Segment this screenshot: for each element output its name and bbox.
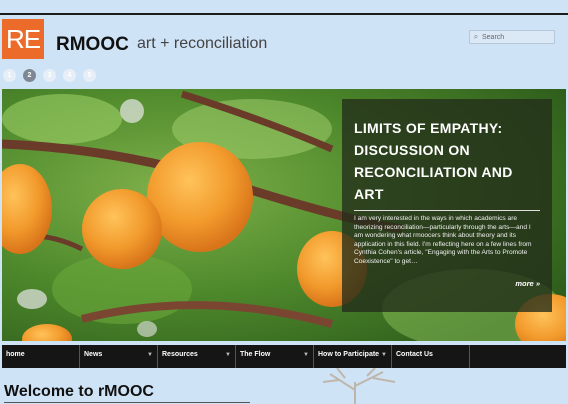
main-nav: home News ▼ Resources ▼ The Flow ▼ How to Parti… (2, 345, 566, 368)
nav-item-the-flow[interactable]: The Flow ▼ (236, 345, 314, 368)
hero-slider[interactable]: LIMITS OF EMPATHY: DISCUSSION ON RECONCI… (2, 89, 566, 341)
nav-item-label: The Flow (240, 351, 271, 358)
site-tagline: art + reconciliation (137, 35, 268, 52)
nav-item-label: Resources (162, 351, 198, 358)
site-title[interactable]: RMOOC (56, 34, 129, 56)
slider-page-1[interactable]: 1 (3, 69, 16, 82)
title-divider (354, 210, 540, 211)
heading-underline (4, 402, 250, 403)
tree-illustration (322, 368, 396, 404)
chevron-down-icon: ▼ (147, 352, 153, 358)
nav-item-how-to-participate[interactable]: How to Participate ▼ (314, 345, 392, 368)
chevron-down-icon: ▼ (225, 352, 231, 358)
more-link[interactable]: more » (515, 279, 540, 288)
chevron-down-icon: ▼ (303, 352, 309, 358)
featured-post-title[interactable]: LIMITS OF EMPATHY: DISCUSSION ON RECONCI… (354, 117, 540, 205)
slider-page-2[interactable]: 2 (23, 69, 36, 82)
nav-item-resources[interactable]: Resources ▼ (158, 345, 236, 368)
nav-item-label: Contact Us (396, 351, 433, 358)
featured-post-excerpt: I am very interested in the ways in whic… (354, 215, 532, 265)
nav-item-home[interactable]: home (2, 345, 80, 368)
nav-item-label: News (84, 351, 103, 358)
nav-item-contact-us[interactable]: Contact Us (392, 345, 470, 368)
search-icon: ⌕ (473, 32, 479, 41)
search-box[interactable]: ⌕ Search (469, 30, 555, 44)
chevron-down-icon: ▼ (381, 352, 387, 358)
nav-item-label: home (6, 351, 25, 358)
nav-item-label: How to Participate (318, 351, 380, 358)
slider-page-3[interactable]: 3 (43, 69, 56, 82)
nav-item-news[interactable]: News ▼ (80, 345, 158, 368)
top-border (0, 13, 568, 15)
slider-page-5[interactable]: 5 (83, 69, 96, 82)
welcome-heading: Welcome to rMOOC (4, 383, 154, 400)
slider-pager: 12345 (3, 69, 96, 82)
slider-page-4[interactable]: 4 (63, 69, 76, 82)
site-logo[interactable]: RE (2, 19, 44, 59)
featured-post-card[interactable]: LIMITS OF EMPATHY: DISCUSSION ON RECONCI… (342, 99, 552, 312)
search-input[interactable]: Search (482, 34, 504, 41)
